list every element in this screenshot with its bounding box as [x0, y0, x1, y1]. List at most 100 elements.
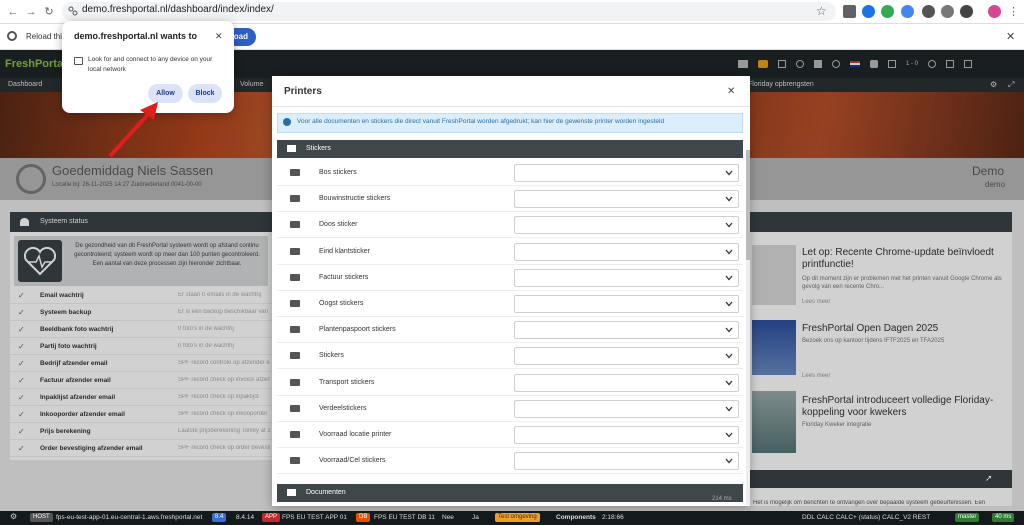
printer-select[interactable]	[514, 164, 739, 182]
puzzle-icon	[7, 31, 17, 41]
printer-select[interactable]	[514, 216, 739, 235]
printer-select[interactable]	[514, 190, 739, 209]
status-right-text: DDL CALC CALC+ (status) CALC_V2 REST	[802, 514, 931, 521]
printer-label: Doos sticker	[319, 221, 358, 229]
printer-label: Verdeelstickers	[319, 404, 367, 412]
chevron-down-icon	[725, 327, 733, 333]
printer-label: Bouwinstructie stickers	[319, 195, 391, 203]
chevron-down-icon	[725, 406, 733, 412]
modal-scrollbar-thumb[interactable]	[746, 150, 750, 260]
printer-label: Factuur stickers	[319, 273, 369, 281]
extension-icon[interactable]	[862, 5, 875, 18]
back-icon[interactable]: ←	[6, 5, 20, 19]
printer-select[interactable]	[514, 426, 739, 444]
printer-icon	[290, 221, 300, 229]
version-text: 8.4.14	[236, 514, 255, 521]
reload-icon[interactable]: ↻	[42, 5, 56, 19]
permission-close-icon[interactable]: ✕	[215, 31, 223, 42]
printer-label: Oogst stickers	[319, 300, 364, 307]
printer-select[interactable]	[514, 452, 739, 471]
permission-title: demo.freshportal.nl wants to	[74, 31, 198, 41]
printer-icon	[290, 195, 300, 203]
printer-select[interactable]	[514, 399, 739, 418]
stickers-section-header	[277, 140, 743, 158]
printer-icon	[290, 404, 300, 412]
section-title: Stickers	[306, 145, 331, 152]
app-text: FPS EU TEST APP 01	[282, 514, 348, 521]
environment-badge: Test omgeving	[495, 513, 540, 522]
printer-select[interactable]	[514, 295, 739, 313]
extension-icon[interactable]	[922, 5, 935, 18]
extension-icon[interactable]	[901, 5, 914, 18]
printer-icon	[290, 378, 300, 386]
info-icon	[283, 118, 291, 126]
printer-label: Stickers	[319, 352, 344, 360]
db-text: FPS EU TEST DB 11	[374, 514, 436, 521]
printer-label: Voorraad locatie printer	[319, 431, 392, 438]
printer-icon	[290, 273, 300, 281]
bookmark-star-icon[interactable]: ☆	[816, 4, 827, 18]
printer-label: Plantenpaspoort stickers	[319, 326, 396, 334]
modal-close-icon[interactable]: ✕	[727, 86, 735, 97]
host-tag: HOST	[30, 513, 53, 522]
printer-icon	[290, 300, 300, 307]
chevron-down-icon	[725, 275, 733, 281]
modal-title: Printers	[284, 86, 322, 97]
info-text: Voor alle documenten en stickers die dir…	[297, 118, 665, 125]
chevron-down-icon	[725, 301, 733, 307]
block-button[interactable]: Block	[188, 84, 222, 103]
printer-select[interactable]	[514, 242, 739, 261]
menu-kebab-icon[interactable]: ⋮	[1008, 5, 1019, 18]
documents-section-header	[277, 484, 743, 502]
components-label: Components	[556, 514, 596, 521]
components-time: 2:18:66	[602, 514, 624, 521]
forward-icon[interactable]: →	[24, 5, 38, 19]
printer-icon	[290, 431, 300, 438]
chevron-down-icon	[725, 222, 733, 228]
printer-select[interactable]	[514, 347, 739, 366]
chevron-down-icon	[725, 353, 733, 359]
printer-icon	[290, 169, 300, 176]
printer-icon	[290, 457, 300, 465]
nee-text: Nee	[442, 514, 454, 521]
close-infobar-icon[interactable]: ✕	[1006, 30, 1015, 43]
extension-icon[interactable]	[941, 5, 954, 18]
printer-icon	[290, 247, 300, 255]
chevron-down-icon	[725, 196, 733, 202]
branch-badge: master	[955, 513, 980, 522]
timing-text: 214 ms	[712, 496, 732, 502]
phone-extension-icon[interactable]	[881, 5, 894, 18]
permission-desc: Look for and connect to any device on yo…	[88, 56, 213, 73]
app-tag: APP	[262, 513, 281, 522]
printer-icon	[287, 145, 296, 152]
printer-label: Transport stickers	[319, 378, 375, 386]
timing-badge: 40 ms	[992, 513, 1015, 522]
section-title: Documenten	[306, 489, 346, 496]
printer-label: Bos stickers	[319, 169, 357, 176]
gear-icon[interactable]: ⚙	[10, 512, 17, 521]
version-tag: 8.4	[212, 513, 227, 522]
chevron-down-icon	[725, 249, 733, 255]
extensions-puzzle-icon[interactable]	[960, 5, 973, 18]
profile-avatar[interactable]	[988, 5, 1001, 18]
ja-text: Ja	[472, 514, 479, 521]
printer-icon	[290, 326, 300, 334]
site-settings-icon[interactable]	[68, 6, 78, 16]
annotation-arrow	[108, 102, 158, 158]
printer-icon	[287, 489, 296, 496]
url-text[interactable]: demo.freshportal.nl/dashboard/index/inde…	[82, 4, 274, 15]
db-tag: DB	[356, 513, 371, 522]
chevron-down-icon	[725, 170, 733, 176]
divider	[272, 106, 750, 107]
chevron-down-icon	[725, 432, 733, 438]
chevron-down-icon	[725, 380, 733, 386]
printer-select[interactable]	[514, 373, 739, 392]
printer-select[interactable]	[514, 268, 739, 287]
printer-label: Voorraad/Cel stickers	[319, 457, 386, 465]
chevron-down-icon	[725, 458, 733, 464]
host-text: fps-eu-test-app-01.eu-central-1.aws.fres…	[56, 514, 203, 521]
network-device-icon	[74, 57, 83, 65]
printer-label: Eind klantsticker	[319, 247, 370, 255]
printer-select[interactable]	[514, 321, 739, 340]
extension-icon[interactable]	[843, 5, 856, 18]
